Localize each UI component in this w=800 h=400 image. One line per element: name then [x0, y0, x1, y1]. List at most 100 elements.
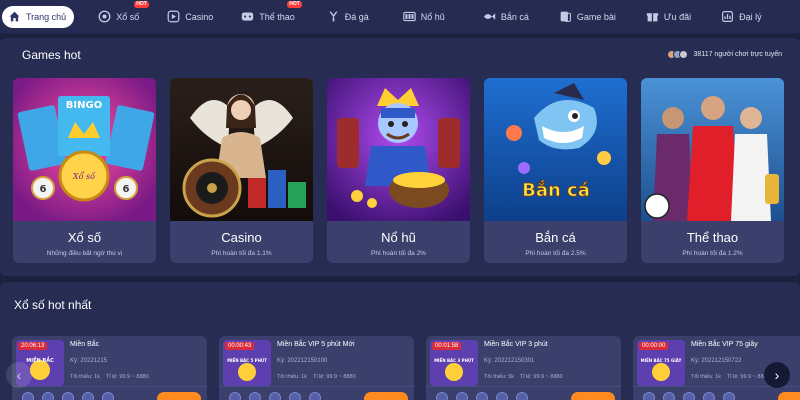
game-card-subtitle: Phí hoàn tối đa 2.5%: [525, 250, 586, 257]
lottery-draw-code: Kỳ: 202212150722: [691, 358, 742, 364]
nav-label: Đại lý: [739, 11, 762, 22]
lottery-draw-code: Kỳ: 20221215: [70, 358, 108, 364]
home-icon: [8, 10, 21, 23]
chevron-left-icon: ‹: [16, 367, 22, 383]
fish-icon: [483, 10, 496, 23]
lottery-card[interactable]: 00:00:43 MIỀN BẮC 5 PHÚT Miền Bắc VIP 5 …: [219, 336, 414, 400]
lottery-min-bet: Tối thiểu: 1k: [691, 374, 721, 380]
number-ball[interactable]: [496, 392, 508, 400]
bet-button[interactable]: [364, 392, 408, 400]
number-ball[interactable]: [723, 392, 735, 400]
number-ball[interactable]: [269, 392, 281, 400]
svg-text:6: 6: [40, 184, 47, 195]
bet-button[interactable]: [778, 392, 800, 400]
nav-label: Nổ hũ: [420, 11, 445, 22]
game-card-slots[interactable]: Nổ hũ Phí hoàn tối đa 2%: [327, 78, 470, 263]
number-ball[interactable]: [516, 392, 528, 400]
nav-item-cockfight[interactable]: Đá gà: [327, 6, 369, 28]
number-ball[interactable]: [62, 392, 74, 400]
game-card-name: Casino: [221, 230, 262, 245]
lottery-meta: Tối thiểu: 1k Tỉ lệ: 99.9 ~ 8880: [70, 374, 149, 380]
number-balls: [643, 392, 735, 400]
nav-item-slots[interactable]: Nổ hũ: [403, 6, 445, 28]
number-ball[interactable]: [456, 392, 468, 400]
top-nav: Trang chủ Xổ số HOT Casino Thể thao HOT …: [0, 0, 800, 34]
lottery-artwork: BINGO Xổ số 6 6: [13, 78, 156, 221]
nav-label: Thể thao: [259, 11, 295, 22]
game-card-sports[interactable]: Thể thao Phí hoàn tối đa 1.2%: [641, 78, 784, 263]
lottery-name: Miền Bắc VIP 5 phút Mới: [277, 341, 355, 348]
sports-artwork: [641, 78, 784, 221]
lottery-thumbnail: 00:00:43 MIỀN BẮC 5 PHÚT: [223, 340, 271, 386]
play-icon: [167, 10, 180, 23]
number-ball[interactable]: [663, 392, 675, 400]
hot-badge: HOT: [287, 0, 302, 8]
lottery-rate: Tỉ lệ: 99.9 ~ 8880: [519, 374, 563, 380]
number-ball[interactable]: [476, 392, 488, 400]
game-card-subtitle: Những điều bất ngờ thú vị: [46, 250, 123, 257]
game-card-subtitle: Phí hoàn tối đa 1.1%: [211, 250, 272, 257]
bet-button[interactable]: [157, 392, 201, 400]
svg-text:Bắn cá: Bắn cá: [522, 180, 590, 201]
number-ball[interactable]: [643, 392, 655, 400]
agent-icon: [721, 10, 734, 23]
countdown-timer: 20:06:13: [18, 342, 48, 350]
game-card-casino[interactable]: Casino Phí hoàn tối đa 1.1%: [170, 78, 313, 263]
svg-text:MIỀN BẮC 75 GIÂY: MIỀN BẮC 75 GIÂY: [641, 358, 682, 363]
lottery-name: Miền Bắc: [70, 341, 100, 348]
nav-label: Đá gà: [344, 11, 369, 22]
divider: [12, 386, 207, 387]
svg-text:Xổ số: Xổ số: [72, 172, 96, 181]
game-card-name: Bắn cá: [535, 230, 576, 245]
sports-icon: [241, 10, 254, 23]
number-ball[interactable]: [289, 392, 301, 400]
lottery-meta: Tối thiểu: 1k Tỉ lệ: 99.9 ~ 8880: [277, 374, 356, 380]
nav-item-lottery[interactable]: Xổ số HOT: [98, 0, 149, 28]
number-ball[interactable]: [229, 392, 241, 400]
game-card-lottery[interactable]: BINGO Xổ số 6 6 Xổ số Những điều bất ngờ…: [13, 78, 156, 263]
number-balls: [22, 392, 114, 400]
number-ball[interactable]: [309, 392, 321, 400]
number-ball[interactable]: [436, 392, 448, 400]
online-counter: 38117 người chơi trực tuyến: [666, 50, 782, 59]
section-title: Games hot: [22, 48, 81, 62]
cockfight-icon: [327, 10, 340, 23]
nav-item-fishing[interactable]: Bắn cá: [483, 6, 529, 28]
lottery-card[interactable]: 00:01:58 MIỀN BẮC 3 PHÚT Miền Bắc VIP 3 …: [426, 336, 621, 400]
number-ball[interactable]: [683, 392, 695, 400]
lottery-meta: Tối thiểu: 1k Tỉ lệ: 99.9 ~ 8880: [691, 374, 770, 380]
divider: [426, 386, 621, 387]
lottery-icon: [98, 10, 111, 23]
nav-item-agent[interactable]: Đại lý: [721, 6, 762, 28]
game-card-fishing[interactable]: Bắn cá Bắn cá Phí hoàn tối đa 2.5%: [484, 78, 627, 263]
cards-icon: [559, 10, 572, 23]
nav-label: Trang chủ: [26, 11, 67, 22]
bet-button[interactable]: [571, 392, 615, 400]
lottery-thumbnail: 00:00:00 MIỀN BẮC 75 GIÂY: [637, 340, 685, 386]
nav-label: Game bài: [576, 11, 616, 22]
number-ball[interactable]: [703, 392, 715, 400]
number-ball[interactable]: [82, 392, 94, 400]
lottery-card[interactable]: 20:06:13 MIỀN BẮC Miền Bắc Kỳ: 20221215 …: [12, 336, 207, 400]
game-card-name: Nổ hũ: [381, 230, 416, 245]
nav-item-sports[interactable]: Thể thao HOT: [241, 0, 302, 28]
carousel-prev-button[interactable]: ‹: [6, 362, 32, 388]
nav-item-card-games[interactable]: Game bài: [559, 6, 616, 28]
svg-text:BINGO: BINGO: [66, 100, 102, 111]
games-hot-panel: Games hot 38117 người chơi trực tuyến BI…: [0, 38, 800, 276]
number-ball[interactable]: [102, 392, 114, 400]
game-card-subtitle: Phí hoàn tối đa 2%: [371, 250, 426, 257]
number-ball[interactable]: [22, 392, 34, 400]
lottery-meta: Tối thiểu: 5k Tỉ lệ: 99.9 ~ 8880: [484, 374, 563, 380]
nav-item-casino[interactable]: Casino: [167, 6, 213, 28]
carousel-next-button[interactable]: ›: [764, 362, 790, 388]
avatar: [678, 50, 688, 59]
svg-text:MIỀN BẮC 3 PHÚT: MIỀN BẮC 3 PHÚT: [434, 358, 474, 363]
nav-label: Ưu đãi: [663, 11, 692, 22]
nav-label: Xổ số: [116, 11, 140, 22]
nav-item-home[interactable]: Trang chủ: [2, 5, 75, 28]
number-ball[interactable]: [249, 392, 261, 400]
lottery-rate: Tỉ lệ: 99.9 ~ 8880: [105, 374, 149, 380]
number-ball[interactable]: [42, 392, 54, 400]
nav-item-promotions[interactable]: Ưu đãi: [646, 6, 691, 28]
